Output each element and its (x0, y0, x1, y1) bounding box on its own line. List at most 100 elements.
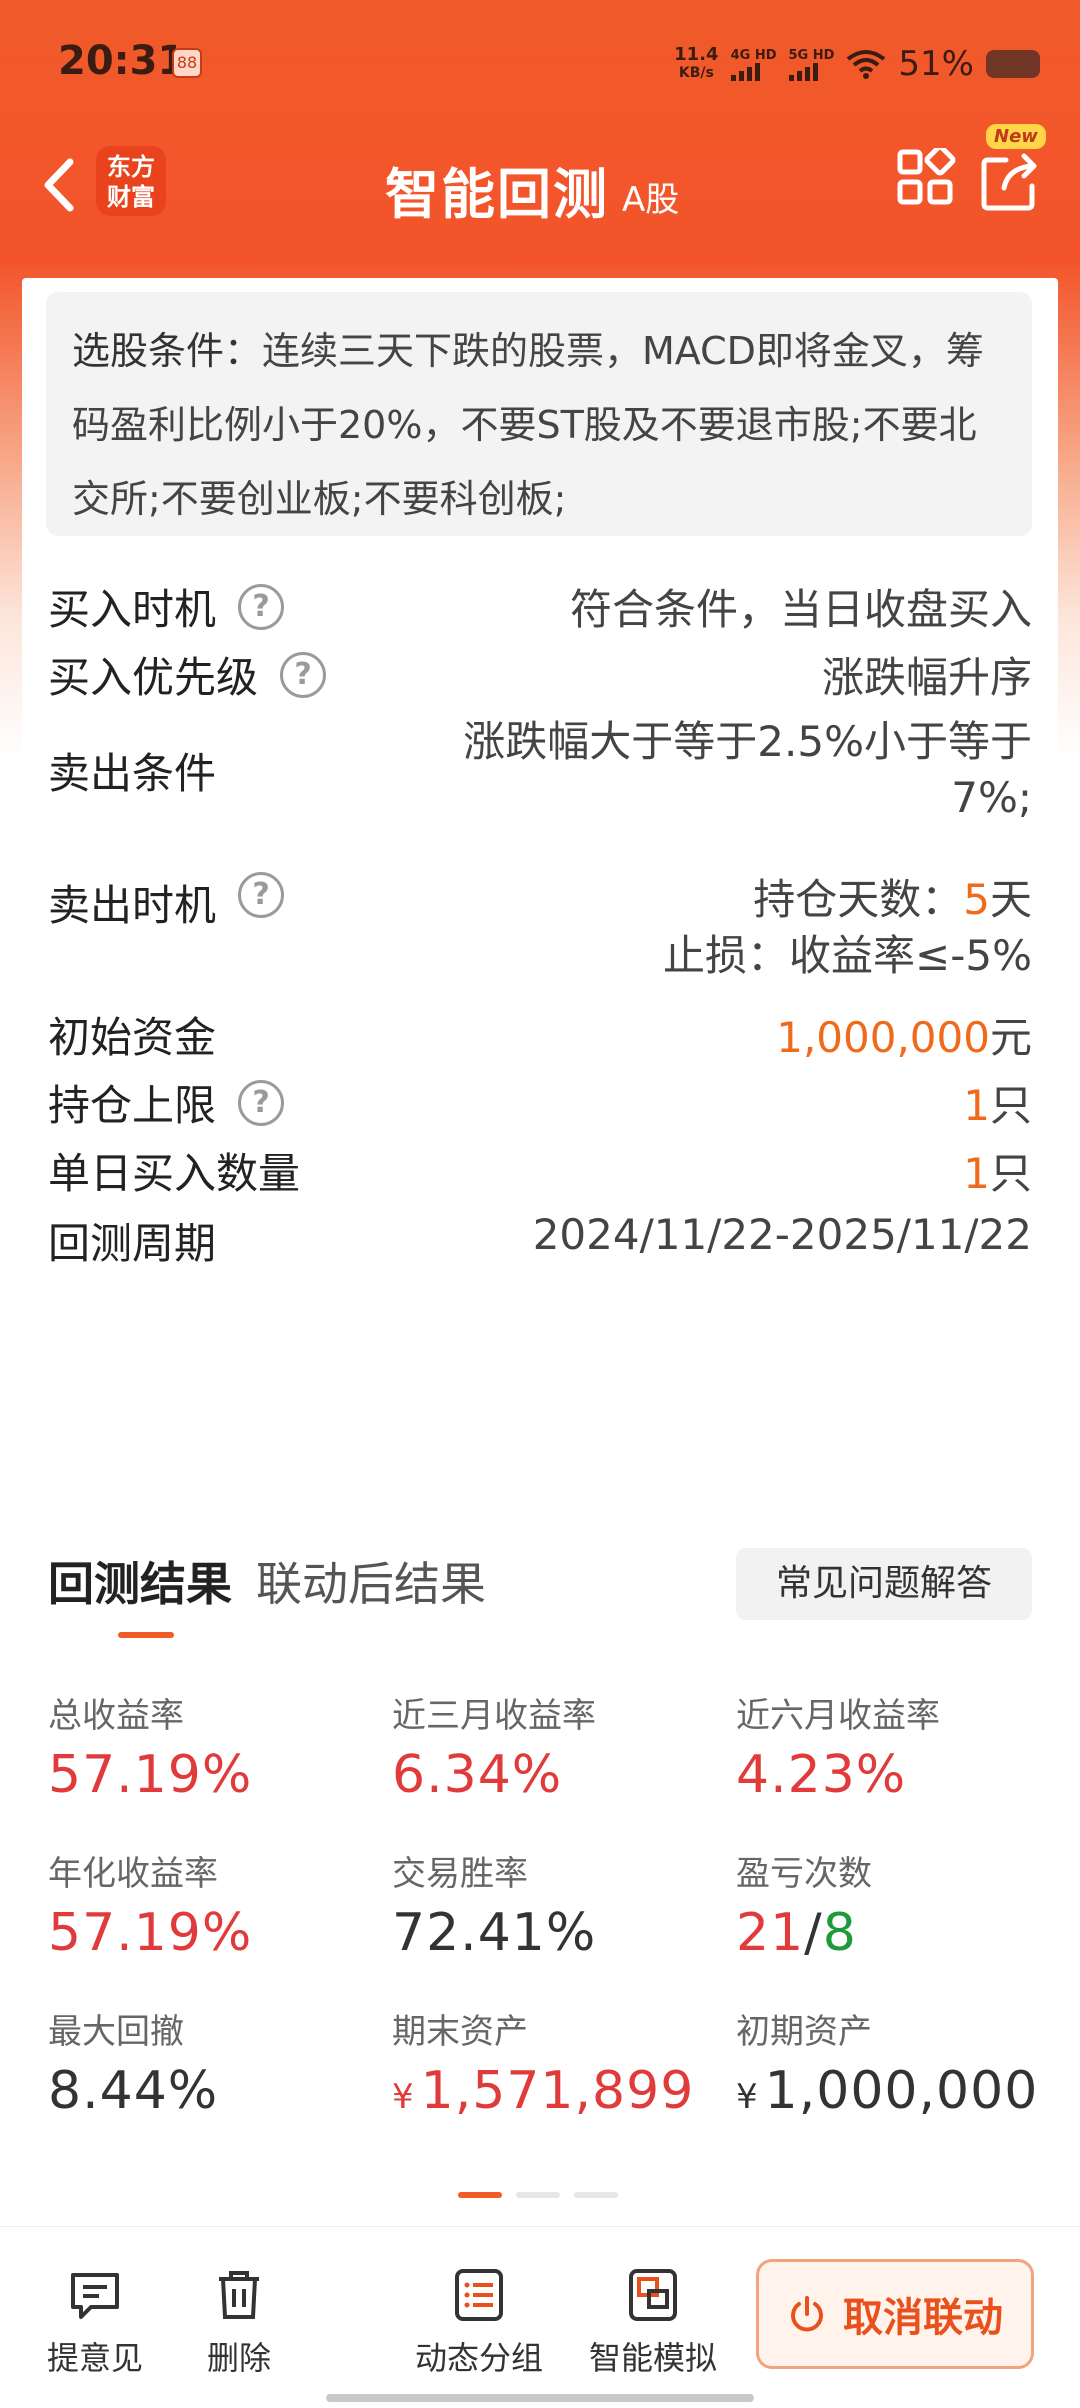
dynamic-group-button[interactable]: 动态分组 (404, 2267, 554, 2379)
sim1-signal: 4G HD (730, 47, 777, 81)
cancel-link-label: 取消联动 (843, 2295, 1003, 2341)
net-speed-unit: KB/s (678, 65, 714, 81)
metric-label: 最大回撤 (48, 2012, 184, 2052)
daily-buy-count-unit: 只 (989, 1149, 1032, 1198)
yen-symbol: ¥ (392, 2077, 415, 2117)
tab-linked-result[interactable]: 联动后结果 (256, 1548, 486, 1632)
metric-value: 57.19% (48, 1903, 253, 1963)
power-icon (791, 2296, 823, 2332)
sell-condition-value: 涨跌幅大于等于2.5%小于等于 7%; (463, 714, 1032, 826)
metric-value: 6.34% (392, 1745, 563, 1805)
smart-sim-label: 智能模拟 (588, 2339, 717, 2377)
backtest-period-label: 回测周期 (48, 1219, 217, 1268)
buy-priority-value: 涨跌幅升序 (821, 653, 1032, 702)
delete-button[interactable]: 删除 (194, 2267, 284, 2379)
sell-condition-line2: 7%; (951, 773, 1032, 822)
page-subtitle: A股 (622, 180, 680, 220)
initial-capital-label: 初始资金 (48, 1013, 217, 1062)
row-backtest-period: 回测周期 2024/11/22-2025/11/22 (48, 1210, 1032, 1271)
bottom-toolbar: 提意见 删除 动态分组 智能模拟 取消联动 (0, 2226, 1080, 2408)
sim2-signal: 5G HD (788, 47, 835, 81)
nav-bar: 东方 财富 智能回测 A股 (0, 130, 1080, 240)
signal-bars-icon (788, 62, 818, 81)
metric-value: 4.23% (736, 1745, 907, 1805)
buy-priority-label: 买入优先级 (48, 653, 259, 702)
stop-loss: 止损：收益率≤-5% (663, 931, 1032, 980)
row-sell-timing: 卖出时机 ? 持仓天数：5天 止损：收益率≤-5% (48, 872, 1032, 984)
metric-label: 交易胜率 (392, 1854, 528, 1894)
net-speed-value: 11.4 (674, 44, 719, 65)
home-indicator[interactable] (326, 2394, 754, 2402)
trash-icon (219, 2271, 259, 2319)
help-icon[interactable]: ? (238, 583, 285, 630)
hold-days-number: 5 (963, 875, 990, 924)
page-dot-active (458, 2192, 502, 2198)
row-buy-timing: 买入时机 ? 符合条件，当日收盘买入 (48, 576, 1032, 637)
tab-backtest-result[interactable]: 回测结果 (48, 1548, 232, 1638)
win-loss-separator: / (804, 1903, 823, 1963)
share-icon[interactable] (978, 144, 1042, 214)
help-icon[interactable]: ? (238, 872, 285, 918)
help-icon[interactable]: ? (238, 1079, 285, 1126)
battery-icon (986, 50, 1040, 78)
metric-win-rate: 交易胜率 72.41% (392, 1846, 732, 1963)
metric-label: 总收益率 (48, 1696, 184, 1736)
initial-capital-unit: 元 (989, 1013, 1032, 1062)
back-arrow-icon[interactable] (30, 150, 90, 220)
metric-label: 近六月收益率 (736, 1696, 940, 1736)
win-count: 21 (736, 1903, 805, 1963)
sell-condition-line1: 涨跌幅大于等于2.5%小于等于 (463, 717, 1032, 766)
stock-selection-conditions: 选股条件：连续三天下跌的股票，MACD即将金叉，筹码盈利比例小于20%，不要ST… (46, 292, 1032, 536)
status-time: 20:31 (58, 38, 186, 84)
conditions-label: 选股条件： (72, 329, 263, 373)
battery-percent: 51% (898, 44, 974, 84)
row-position-limit: 持仓上限 ? 1只 (48, 1072, 1032, 1133)
feedback-label: 提意见 (46, 2339, 143, 2377)
metric-value: 1,000,000 (764, 2061, 1039, 2121)
wifi-icon (847, 50, 886, 79)
loss-count: 8 (822, 1903, 857, 1963)
sim2-label: 5G HD (788, 47, 835, 63)
result-tabs: 回测结果 联动后结果 (48, 1548, 486, 1638)
metric-label: 盈亏次数 (736, 1854, 872, 1894)
hold-days-prefix: 持仓天数： (753, 875, 964, 924)
app-logo: 东方 财富 (96, 146, 166, 216)
daily-buy-count-amount: 1 (963, 1149, 990, 1198)
delete-label: 删除 (206, 2339, 271, 2377)
smart-sim-button[interactable]: 智能模拟 (578, 2267, 728, 2379)
metric-value: 1,571,899 (420, 2061, 695, 2121)
metric-label: 年化收益率 (48, 1854, 218, 1894)
faq-button[interactable]: 常见问题解答 (736, 1548, 1032, 1620)
feedback-button[interactable]: 提意见 (40, 2267, 150, 2379)
metric-final-assets: 期末资产 ¥1,571,899 (392, 2004, 732, 2121)
metric-win-loss: 盈亏次数 21/8 (736, 1846, 1076, 1963)
metric-value: 8.44% (48, 2061, 219, 2121)
simulation-icon (629, 2269, 677, 2321)
daily-buy-count-label: 单日买入数量 (48, 1149, 301, 1198)
signal-bars-icon (730, 62, 760, 81)
hold-days-unit: 天 (989, 875, 1032, 924)
grid-menu-icon[interactable] (896, 148, 956, 208)
row-sell-condition: 卖出条件 涨跌幅大于等于2.5%小于等于 7%; (48, 714, 1032, 826)
help-icon[interactable]: ? (280, 651, 327, 698)
metric-total-return: 总收益率 57.19% (48, 1688, 388, 1805)
status-bar: 20:31 88 11.4 KB/s 4G HD 5G HD 51% (0, 0, 1080, 120)
metric-return-3m: 近三月收益率 6.34% (392, 1688, 732, 1805)
logo-line2: 财富 (107, 183, 155, 211)
sim1-label: 4G HD (730, 47, 777, 63)
logo-line1: 东方 (107, 153, 155, 181)
sell-timing-value: 持仓天数：5天 止损：收益率≤-5% (663, 872, 1032, 984)
position-limit-amount: 1 (963, 1081, 990, 1130)
yen-symbol: ¥ (736, 2077, 759, 2117)
list-icon (455, 2269, 503, 2321)
metric-max-drawdown: 最大回撤 8.44% (48, 2004, 388, 2121)
cancel-link-button[interactable]: 取消联动 (756, 2259, 1034, 2369)
app-notification-icon: 88 (172, 48, 202, 78)
sell-condition-label: 卖出条件 (48, 748, 217, 798)
sell-timing-label: 卖出时机 (48, 881, 217, 930)
status-right: 11.4 KB/s 4G HD 5G HD 51% (674, 44, 1040, 84)
row-daily-buy-count: 单日买入数量 1只 (48, 1140, 1032, 1201)
initial-capital-amount: 1,000,000 (776, 1013, 990, 1062)
metric-initial-assets: 初期资产 ¥1,000,000 (736, 2004, 1076, 2121)
feedback-icon (71, 2273, 119, 2319)
